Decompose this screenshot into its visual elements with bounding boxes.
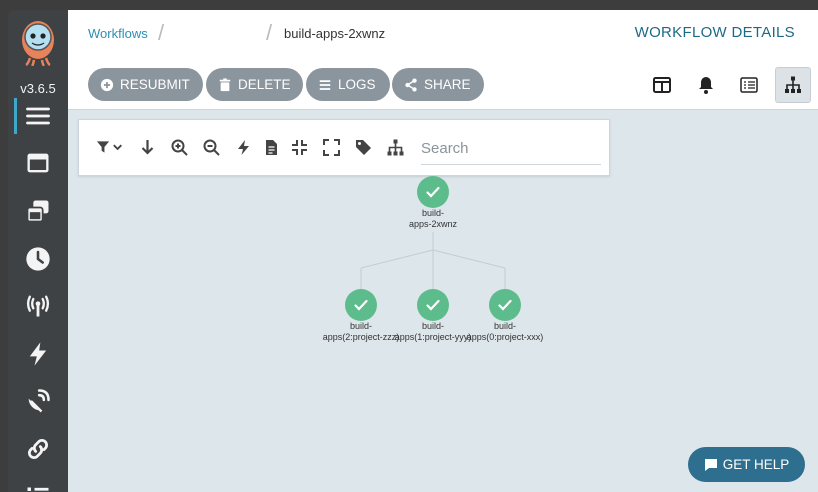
workflow-node-child[interactable] (489, 289, 521, 321)
logs-button[interactable]: LOGS (306, 68, 390, 101)
workflow-node-root[interactable] (417, 176, 449, 208)
collapse-button[interactable] (289, 137, 309, 157)
link-icon (27, 438, 49, 460)
breadcrumb-workflows-link[interactable]: Workflows (88, 26, 148, 41)
zoom-in-button[interactable] (169, 137, 189, 157)
collapse-icon (291, 139, 307, 155)
window-icon (27, 153, 49, 173)
filter-icon (96, 140, 122, 153)
get-help-label: GET HELP (722, 457, 790, 472)
lines-icon (319, 79, 331, 90)
logs-label: LOGS (338, 77, 376, 92)
satellite-icon (28, 389, 50, 413)
notifications-button[interactable] (689, 68, 723, 102)
fast-render-button[interactable] (233, 137, 253, 157)
zoom-out-button[interactable] (201, 137, 221, 157)
check-icon (354, 299, 368, 311)
graph-toolbar (78, 119, 610, 176)
trash-icon (219, 77, 231, 91)
sidebar-item-cluster-templates[interactable] (8, 191, 68, 231)
node-label-child: build- apps(0:project-xxx) (466, 321, 544, 342)
top-bar: Workflows / / build-apps-2xwnz WORKFLOW … (68, 10, 818, 110)
sidebar-item-pipelines[interactable] (8, 429, 68, 469)
check-icon (426, 186, 440, 198)
tag-icon (355, 139, 371, 155)
bolt-icon (237, 139, 249, 155)
archive-stack-icon (26, 200, 49, 223)
sidebar: v3.6.5 (8, 10, 68, 492)
resubmit-label: RESUBMIT (120, 77, 190, 92)
document-icon (265, 139, 277, 155)
zoom-out-icon (203, 139, 220, 156)
share-icon (405, 77, 417, 92)
check-icon (498, 299, 512, 311)
tree-view-button[interactable] (775, 67, 811, 103)
tree-view-icon (785, 76, 801, 93)
hierarchy-button[interactable] (385, 137, 405, 157)
breadcrumb-separator: / (266, 20, 273, 45)
app-window: v3.6.5 Workflows / / build-apps-2xwnz WO… (0, 0, 818, 492)
delete-button[interactable]: DELETE (206, 68, 303, 101)
menu-icon (26, 107, 50, 125)
list-view-icon (740, 77, 758, 93)
artifacts-button[interactable] (261, 137, 281, 157)
sidebar-item-workflows[interactable] (8, 96, 68, 136)
node-label-root: build- apps-2xwnz (408, 208, 458, 229)
breadcrumb-current: build-apps-2xwnz (284, 26, 386, 41)
expand-icon (322, 138, 340, 156)
download-button[interactable] (137, 137, 157, 157)
antenna-icon (26, 295, 50, 317)
check-icon (426, 299, 440, 311)
bell-icon (699, 77, 713, 94)
bolt-icon (29, 342, 47, 366)
workflow-node-child[interactable] (417, 289, 449, 321)
workflow-node-child[interactable] (345, 289, 377, 321)
version-label: v3.6.5 (20, 81, 56, 96)
sidebar-item-event-sources[interactable] (8, 286, 68, 326)
delete-label: DELETE (238, 77, 291, 92)
argo-logo[interactable] (18, 18, 58, 67)
expand-button[interactable] (321, 137, 341, 157)
sidebar-item-event-flow[interactable] (8, 381, 68, 421)
list-view-button[interactable] (732, 68, 766, 102)
sidebar-item-sensors[interactable] (8, 334, 68, 374)
list-icon (27, 487, 49, 491)
labels-button[interactable] (353, 137, 373, 157)
split-panel-icon (653, 77, 671, 93)
sidebar-item-workflow-templates[interactable] (8, 143, 68, 183)
share-button[interactable]: SHARE (392, 68, 484, 101)
clock-icon (26, 247, 50, 271)
hierarchy-icon (387, 139, 403, 155)
breadcrumb-separator: / (158, 20, 165, 45)
search-input[interactable] (421, 132, 601, 165)
page-title: WORKFLOW DETAILS (634, 24, 795, 41)
zoom-in-icon (171, 139, 188, 156)
main-content: Workflows / / build-apps-2xwnz WORKFLOW … (68, 10, 818, 492)
download-arrow-icon (141, 139, 153, 155)
sidebar-item-cron-workflows[interactable] (8, 239, 68, 279)
sidebar-item-reports[interactable] (8, 472, 68, 492)
plus-circle-icon (100, 78, 114, 91)
chat-bubble-icon (704, 458, 717, 471)
filter-dropdown[interactable] (95, 137, 127, 157)
resubmit-button[interactable]: RESUBMIT (88, 68, 203, 101)
get-help-button[interactable]: GET HELP (688, 447, 805, 482)
split-view-button[interactable] (645, 68, 679, 102)
share-label: SHARE (424, 77, 471, 92)
